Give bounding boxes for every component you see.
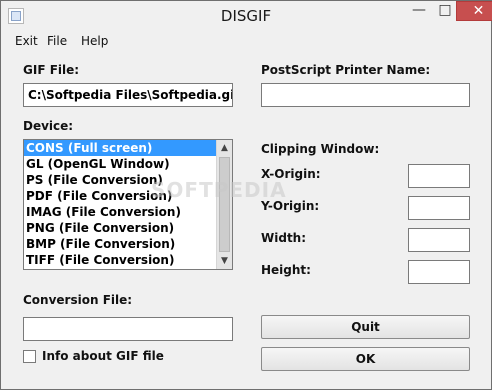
device-item-pdf[interactable]: PDF (File Conversion) [24,188,216,204]
device-item-bmp[interactable]: BMP (File Conversion) [24,236,216,252]
device-listbox[interactable]: CONS (Full screen) GL (OpenGL Window) PS… [23,139,233,270]
disgif-window: DISGIF — □ ✕ Exit File Help GIF File: C:… [0,0,492,390]
width-input[interactable] [408,228,470,252]
device-list: CONS (Full screen) GL (OpenGL Window) PS… [24,140,216,268]
scroll-down-icon[interactable]: ▼ [217,253,232,269]
quit-button[interactable]: Quit [261,315,470,339]
maximize-button[interactable]: □ [432,1,458,21]
height-input[interactable] [408,260,470,284]
menu-help[interactable]: Help [81,33,108,49]
device-item-cons[interactable]: CONS (Full screen) [24,140,216,156]
x-origin-label: X-Origin: [261,167,321,181]
menu-file[interactable]: File [47,33,67,49]
device-item-tiff[interactable]: TIFF (File Conversion) [24,252,216,268]
device-item-imag[interactable]: IMAG (File Conversion) [24,204,216,220]
device-item-ps[interactable]: PS (File Conversion) [24,172,216,188]
info-checkbox[interactable] [23,350,36,363]
device-scrollbar[interactable]: ▲ ▼ [216,140,232,269]
close-button[interactable]: ✕ [456,1,492,21]
info-checkbox-label[interactable]: Info about GIF file [42,349,164,363]
scroll-up-icon[interactable]: ▲ [217,140,232,156]
scrollbar-thumb[interactable] [219,157,230,252]
gif-file-label: GIF File: [23,63,80,77]
device-label: Device: [23,119,74,133]
y-origin-input[interactable] [408,196,470,220]
gif-file-input[interactable]: C:\Softpedia Files\Softpedia.gif [23,83,233,107]
conversion-file-input[interactable] [23,317,233,341]
printer-name-input[interactable] [261,83,470,107]
minimize-button[interactable]: — [406,1,432,21]
device-item-png[interactable]: PNG (File Conversion) [24,220,216,236]
title-bar: DISGIF — □ ✕ [1,1,492,31]
menu-bar: Exit File Help [1,33,491,51]
width-label: Width: [261,231,307,245]
ok-button[interactable]: OK [261,347,470,371]
x-origin-input[interactable] [408,164,470,188]
height-label: Height: [261,263,311,277]
printer-name-label: PostScript Printer Name: [261,63,431,77]
menu-exit[interactable]: Exit [15,33,38,49]
conversion-file-label: Conversion File: [23,293,133,307]
y-origin-label: Y-Origin: [261,199,320,213]
clipping-window-label: Clipping Window: [261,142,380,156]
device-item-gl[interactable]: GL (OpenGL Window) [24,156,216,172]
